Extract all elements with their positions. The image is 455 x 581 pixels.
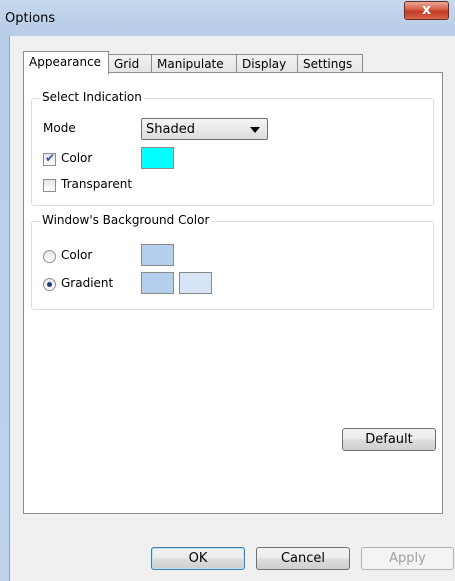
mode-value: Shaded <box>146 122 195 137</box>
background-color-group: Window's Background Color Color Gradient <box>31 213 434 310</box>
tab-display[interactable]: Display <box>236 54 298 73</box>
radio-selected-dot <box>47 282 52 287</box>
cancel-button[interactable]: Cancel <box>256 547 350 570</box>
mode-dropdown[interactable]: Shaded <box>141 118 268 140</box>
tab-label: Manipulate <box>157 57 224 71</box>
tab-grid[interactable]: Grid <box>108 54 152 73</box>
mode-label: Mode <box>43 121 76 135</box>
color-checkbox-label[interactable]: Color <box>61 151 92 165</box>
tab-settings[interactable]: Settings <box>297 54 363 73</box>
dialog-client-area: Appearance Grid Manipulate Display Setti… <box>9 36 455 581</box>
tab-label: Grid <box>114 57 140 71</box>
transparent-checkbox[interactable] <box>43 179 56 192</box>
gradient-radio[interactable] <box>43 278 56 291</box>
ok-button[interactable]: OK <box>151 547 245 570</box>
tab-label: Settings <box>303 57 353 71</box>
checkmark-icon: ✔ <box>45 151 56 165</box>
chevron-down-icon <box>250 127 260 133</box>
gradient-radio-label[interactable]: Gradient <box>61 276 113 290</box>
transparent-checkbox-label[interactable]: Transparent <box>61 177 132 191</box>
select-indication-legend: Select Indication <box>40 90 144 104</box>
close-button[interactable]: x <box>404 1 449 20</box>
selection-color-swatch[interactable] <box>141 147 174 169</box>
tab-manipulate[interactable]: Manipulate <box>151 54 237 73</box>
gradient-start-swatch[interactable] <box>141 272 174 294</box>
tab-label: Display <box>242 57 287 71</box>
appearance-tab-page: Select Indication Mode Shaded ✔ Color Tr… <box>23 72 443 514</box>
tab-appearance[interactable]: Appearance <box>23 51 109 74</box>
window-title: Options <box>5 11 56 26</box>
background-color-legend: Window's Background Color <box>40 213 212 227</box>
options-dialog: Options x Appearance Grid Manipulate Dis… <box>0 0 455 581</box>
select-indication-group: Select Indication Mode Shaded ✔ Color Tr… <box>31 90 434 206</box>
color-radio[interactable] <box>43 250 56 263</box>
close-icon: x <box>421 2 432 18</box>
apply-button[interactable]: Apply <box>361 547 454 570</box>
gradient-end-swatch[interactable] <box>179 272 212 294</box>
color-checkbox[interactable]: ✔ <box>43 151 56 166</box>
tab-label: Appearance <box>29 55 102 69</box>
default-button[interactable]: Default <box>342 428 436 451</box>
color-radio-label[interactable]: Color <box>61 248 92 262</box>
title-bar[interactable]: Options x <box>0 0 455 36</box>
background-solid-swatch[interactable] <box>141 244 174 266</box>
